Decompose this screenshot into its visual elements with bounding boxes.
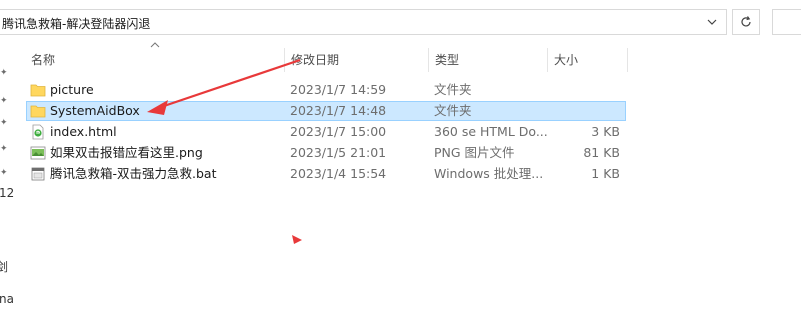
nav-item-fragment[interactable]: 12 [0, 186, 14, 200]
nav-item-fragment[interactable]: na [0, 292, 14, 306]
file-type: 360 se HTML Do... [434, 124, 548, 139]
file-size: 3 KB [591, 124, 620, 139]
column-divider[interactable] [547, 48, 548, 72]
nav-item-fragment[interactable]: 剑 [0, 258, 8, 275]
file-size: 81 KB [583, 145, 620, 160]
file-row-systemaidbox[interactable]: SystemAidBox 2023/1/7 14:48 文件夹 [26, 101, 626, 121]
file-name: 腾讯急救箱-双击强力急救.bat [50, 166, 217, 181]
sort-ascending-icon [150, 42, 160, 48]
folder-icon [30, 105, 46, 118]
html-file-icon [32, 124, 44, 140]
file-type: 文件夹 [434, 82, 472, 97]
file-date: 2023/1/5 21:01 [290, 145, 387, 160]
file-date: 2023/1/7 15:00 [290, 124, 387, 139]
address-bar[interactable]: 腾讯急救箱-解决登陆器闪退 [0, 9, 727, 35]
refresh-icon [741, 16, 751, 27]
file-date: 2023/1/7 14:59 [290, 82, 387, 97]
pin-icon: ✦ [0, 144, 8, 154]
file-name: picture [50, 82, 94, 97]
refresh-button[interactable] [732, 9, 760, 35]
file-name: index.html [50, 124, 117, 139]
file-type: 文件夹 [434, 103, 472, 118]
file-type: Windows 批处理... [434, 166, 544, 181]
file-row-png[interactable]: 如果双击报错应看这里.png 2023/1/5 21:01 PNG 图片文件 8… [26, 143, 626, 163]
pin-icon: ✦ [0, 96, 8, 106]
file-row-picture[interactable]: picture 2023/1/7 14:59 文件夹 [26, 80, 626, 100]
column-header-size[interactable]: 大小 [554, 48, 578, 72]
search-input[interactable] [772, 9, 801, 35]
address-path: 腾讯急救箱-解决登陆器闪退 [2, 17, 151, 31]
pin-icon: ✦ [0, 118, 8, 128]
png-file-icon [30, 146, 46, 160]
chevron-down-icon[interactable] [704, 14, 720, 30]
column-header-type[interactable]: 类型 [435, 48, 459, 72]
file-explorer-window: 腾讯急救箱-解决登陆器闪退 ✦ ✦ ✦ ✦ ✦ 12 剑 na 名称 修改日期 … [0, 0, 801, 312]
file-name: SystemAidBox [50, 103, 140, 118]
column-divider[interactable] [627, 48, 628, 72]
file-row-index-html[interactable]: index.html 2023/1/7 15:00 360 se HTML Do… [26, 122, 626, 142]
file-size: 1 KB [591, 166, 620, 181]
file-name: 如果双击报错应看这里.png [50, 145, 203, 160]
column-divider[interactable] [284, 48, 285, 72]
bat-file-icon [31, 167, 45, 181]
file-date: 2023/1/7 14:48 [290, 103, 387, 118]
annotation-cursor-mark [292, 235, 302, 244]
file-date: 2023/1/4 15:54 [290, 166, 387, 181]
column-header-date[interactable]: 修改日期 [291, 48, 339, 72]
pin-icon: ✦ [0, 68, 8, 78]
file-row-bat[interactable]: 腾讯急救箱-双击强力急救.bat 2023/1/4 15:54 Windows … [26, 164, 626, 184]
column-header-name[interactable]: 名称 [31, 48, 55, 72]
file-type: PNG 图片文件 [434, 145, 515, 160]
pin-icon: ✦ [0, 168, 8, 178]
navigation-pane: ✦ ✦ ✦ ✦ ✦ 12 剑 na [0, 44, 14, 312]
column-divider[interactable] [428, 48, 429, 72]
folder-icon [30, 84, 46, 97]
